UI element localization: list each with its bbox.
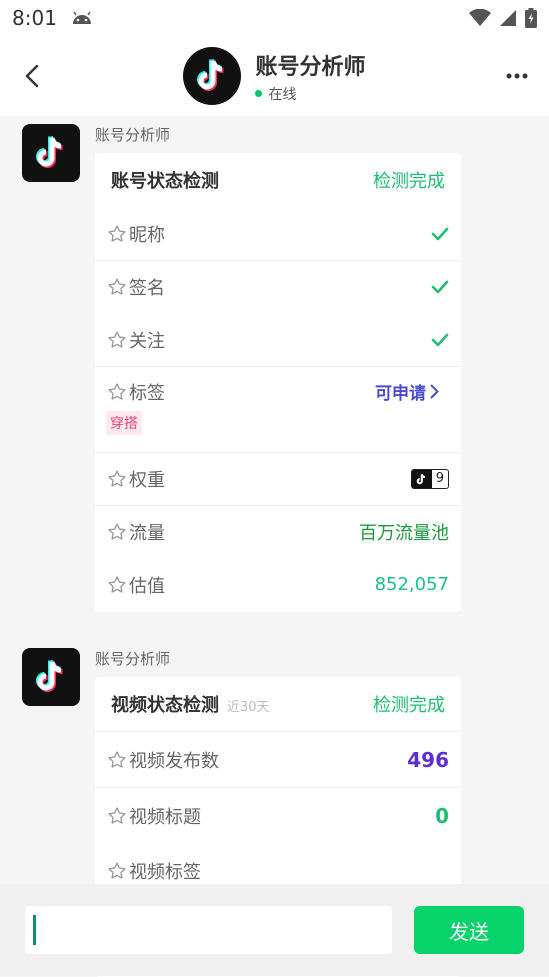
row-video-title: 视频标题 0 [95,787,461,843]
composer-bar: 发送 [0,884,549,976]
row-follow: 关注 [95,313,461,366]
star-outline-icon [108,575,126,593]
tiktok-logo-icon [36,135,63,168]
row-video-count: 视频发布数 496 [95,731,461,787]
star-outline-icon [108,470,126,487]
star-outline-icon [108,523,126,540]
tiktok-logo-icon [197,58,225,91]
check-icon [431,227,449,240]
row-valuation: 估值 852,057 [95,558,461,611]
page-title: 账号分析师 [255,54,366,80]
star-outline-icon [108,278,126,295]
account-status-card: 账号状态检测 检测完成 昵称 签名 关注 标签 可申请 穿搭 权重 9 流量 百… [95,153,461,612]
apply-tag-link[interactable]: 可申请 [375,379,439,404]
row-nickname: 昵称 [95,207,461,260]
more-dots-icon [506,73,528,79]
star-outline-icon [108,750,126,768]
row-traffic: 流量 百万流量池 [95,505,461,558]
card-subtitle: 近30天 [227,700,270,715]
chevron-right-icon [430,384,439,399]
star-outline-icon [108,806,126,824]
more-button[interactable] [499,58,535,94]
check-icon [431,333,449,346]
text-caret [33,915,36,945]
chevron-left-icon [25,64,39,88]
online-dot-icon [255,90,263,97]
avatar[interactable] [22,648,80,706]
online-status: 在线 [255,84,365,104]
send-button[interactable]: 发送 [414,906,524,954]
sender-name: 账号分析师 [95,650,171,668]
status-bar: 8:01 [0,0,549,36]
row-signature: 签名 [95,260,461,313]
status-badge: 检测完成 [373,171,445,192]
back-button[interactable] [14,58,50,94]
tiktok-logo-icon [36,659,63,692]
valuation-value: 852,057 [374,574,449,595]
video-title-value: 0 [435,803,449,828]
avatar[interactable] [22,124,80,182]
card-title: 账号状态检测 [111,171,219,192]
battery-icon [525,8,537,28]
status-badge: 检测完成 [373,695,445,716]
weight-badge: 9 [410,469,449,489]
row-tags: 标签 可申请 穿搭 [95,366,461,452]
row-weight: 权重 9 [95,452,461,505]
video-count-value: 496 [407,747,449,772]
chat-header: 账号分析师 在线 [0,36,549,116]
status-time: 8:01 [12,6,57,30]
star-outline-icon [108,383,126,400]
sender-name: 账号分析师 [95,126,171,144]
wifi-icon [469,9,491,26]
star-outline-icon [108,862,126,879]
star-outline-icon [108,330,126,348]
tiktok-logo-icon [416,473,426,484]
tag-chip: 穿搭 [106,411,142,435]
check-icon [431,280,449,294]
card-title: 视频状态检测 近30天 [111,695,270,716]
traffic-value: 百万流量池 [359,523,449,544]
star-outline-icon [108,224,126,242]
message-input[interactable] [25,906,392,954]
avatar[interactable] [183,47,242,105]
android-icon [72,11,91,24]
signal-icon [500,10,516,26]
